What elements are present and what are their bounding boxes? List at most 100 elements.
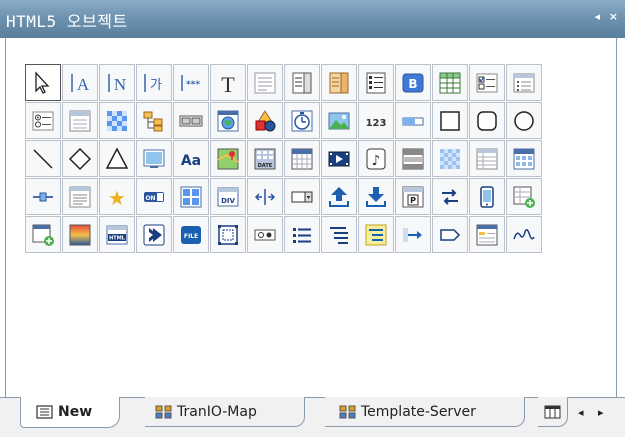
screen-tool[interactable]: [136, 140, 172, 177]
indent-list-yellow-tool[interactable]: [358, 216, 394, 253]
svg-text:B: B: [408, 77, 417, 91]
gradient-tool[interactable]: [62, 216, 98, 253]
web-browser-tool[interactable]: [210, 102, 246, 139]
radio-box-tool[interactable]: [247, 216, 283, 253]
svg-text:T: T: [221, 72, 235, 96]
file-tool[interactable]: FILE: [173, 216, 209, 253]
next-arrow-tool[interactable]: [136, 216, 172, 253]
swap-icon: [442, 188, 458, 205]
label-n-icon: N: [108, 73, 126, 94]
list-spin-tool[interactable]: [284, 64, 320, 101]
tab-template-server[interactable]: Template-Server: [325, 397, 525, 427]
label-a-tool[interactable]: A: [62, 64, 98, 101]
pattern-blue-tool[interactable]: [432, 140, 468, 177]
html-tool[interactable]: HTML: [99, 216, 135, 253]
grid-table-icon: [513, 148, 535, 169]
slider-tool[interactable]: [25, 178, 61, 215]
picture-tool[interactable]: [321, 102, 357, 139]
map-icon: [217, 148, 239, 169]
textarea-tool[interactable]: [247, 64, 283, 101]
mobile-tool[interactable]: [469, 178, 505, 215]
text-doc-tool[interactable]: [62, 178, 98, 215]
download-tool[interactable]: [358, 178, 394, 215]
arrow-right-tool[interactable]: [395, 216, 431, 253]
video-tool[interactable]: [321, 140, 357, 177]
select-combo-tool[interactable]: [284, 178, 320, 215]
resize-h-tool[interactable]: [247, 178, 283, 215]
svg-text:Aa: Aa: [181, 153, 201, 169]
tab-scroll-left-icon[interactable]: ◂: [578, 406, 584, 419]
indent-list-icon: [330, 226, 348, 244]
pointer-tool[interactable]: [25, 64, 61, 101]
password-field-tool[interactable]: ***: [173, 64, 209, 101]
radio-box-icon: [254, 229, 276, 240]
rectangle-tool[interactable]: [432, 102, 468, 139]
radio-group-tool[interactable]: [25, 102, 61, 139]
map-icon: [155, 405, 172, 418]
upload-icon: [329, 186, 349, 207]
date-tool[interactable]: DATE: [247, 140, 283, 177]
list-menu-tool[interactable]: [358, 64, 394, 101]
calendar-tool[interactable]: [284, 140, 320, 177]
object-palette-grid: A N 가 *** T B 123 Aa DATE ♪ ★ ON DIV P HTML FILE: [25, 64, 575, 253]
collapse-icon[interactable]: ◂: [594, 10, 600, 23]
tree-tool[interactable]: [136, 102, 172, 139]
checkbox-group-tool[interactable]: [469, 64, 505, 101]
frame-icon: [218, 224, 238, 245]
add-grid-icon: [513, 186, 535, 208]
circle-tool[interactable]: [506, 102, 542, 139]
screen-icon: [143, 149, 165, 168]
bullet-list-tool[interactable]: [284, 216, 320, 253]
grid-list-tool[interactable]: [506, 64, 542, 101]
div-tool[interactable]: DIV: [210, 178, 246, 215]
tab-tranio-map[interactable]: TranIO-Map: [145, 397, 305, 427]
progress-bar-tool[interactable]: [395, 102, 431, 139]
wave-tool[interactable]: [506, 216, 542, 253]
grid-doc-tool[interactable]: [469, 140, 505, 177]
close-icon[interactable]: ×: [609, 10, 618, 23]
font-aa-tool[interactable]: Aa: [173, 140, 209, 177]
form-window-tool[interactable]: [469, 216, 505, 253]
tab-grid[interactable]: [538, 397, 568, 427]
add-calendar-tool[interactable]: [25, 216, 61, 253]
svg-text:DIV: DIV: [221, 197, 235, 205]
image-pattern-tool[interactable]: [99, 102, 135, 139]
line-tool[interactable]: [25, 140, 61, 177]
star-tool[interactable]: ★: [99, 178, 135, 215]
rounded-rectangle-tool[interactable]: [469, 102, 505, 139]
table-tool[interactable]: [432, 64, 468, 101]
timer-tool[interactable]: [284, 102, 320, 139]
audio-tool[interactable]: ♪: [358, 140, 394, 177]
text-tool[interactable]: T: [210, 64, 246, 101]
grid-table-tool[interactable]: [506, 140, 542, 177]
numeric-tool[interactable]: 123: [358, 102, 394, 139]
toggle-boxes-tool[interactable]: [173, 102, 209, 139]
upload-tool[interactable]: [321, 178, 357, 215]
indent-list-tool[interactable]: [321, 216, 357, 253]
tab-tranio-map-label: TranIO-Map: [177, 403, 257, 420]
combo-spin-tool[interactable]: [321, 64, 357, 101]
label-n-tool[interactable]: N: [99, 64, 135, 101]
label-ga-icon: 가: [144, 73, 162, 93]
label-ga-tool[interactable]: 가: [136, 64, 172, 101]
shapes-color-tool[interactable]: [247, 102, 283, 139]
svg-text:가: 가: [150, 78, 162, 93]
triangle-tool[interactable]: [99, 140, 135, 177]
page-p-tool[interactable]: P: [395, 178, 431, 215]
map-tool[interactable]: [210, 140, 246, 177]
svg-text:HTML: HTML: [109, 235, 126, 241]
panel-horizontal-tool[interactable]: [395, 140, 431, 177]
tab-new[interactable]: New: [20, 397, 120, 428]
swap-tool[interactable]: [432, 178, 468, 215]
tab-scroll-right-icon[interactable]: ▸: [598, 406, 604, 419]
form-icon: [36, 405, 53, 419]
switch-on-tool[interactable]: ON: [136, 178, 172, 215]
split-panel-tool[interactable]: [173, 178, 209, 215]
next-arrow-icon: [143, 224, 165, 245]
pentagon-arrow-tool[interactable]: [432, 216, 468, 253]
button-b-tool[interactable]: B: [395, 64, 431, 101]
add-grid-tool[interactable]: [506, 178, 542, 215]
form-tool[interactable]: [62, 102, 98, 139]
frame-tool[interactable]: [210, 216, 246, 253]
diamond-tool[interactable]: [62, 140, 98, 177]
